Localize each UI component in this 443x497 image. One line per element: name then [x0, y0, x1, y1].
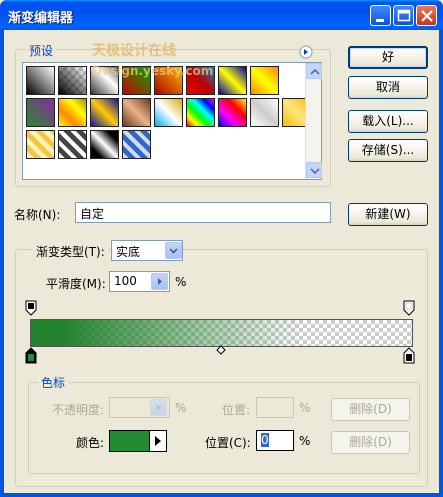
color-position-unit: %	[299, 434, 311, 448]
preset-swatch[interactable]	[26, 98, 55, 127]
opacity-label: 不透明度:	[52, 403, 105, 417]
arrow-right-icon	[155, 436, 161, 446]
preset-swatch[interactable]	[186, 98, 215, 127]
color-position-value: 0	[261, 433, 269, 447]
color-label: 颜色:	[76, 436, 105, 450]
chevron-down-icon	[310, 168, 320, 175]
ok-button[interactable]: 好	[348, 46, 428, 69]
presets-label: 预设	[26, 42, 57, 59]
preset-swatch[interactable]	[58, 66, 87, 95]
preset-swatch[interactable]	[90, 130, 119, 159]
opacity-position-input[interactable]	[256, 397, 294, 418]
gradient-preview-bar[interactable]	[30, 319, 413, 347]
gradient-type-label: 渐变类型(T):	[33, 243, 108, 260]
scroll-down-button[interactable]	[306, 162, 322, 178]
smoothness-value: 100	[114, 274, 137, 288]
preset-swatch[interactable]	[58, 130, 87, 159]
preset-swatch[interactable]	[90, 98, 119, 127]
color-position-input[interactable]: 0	[256, 430, 294, 451]
cancel-button[interactable]: 取消	[348, 76, 428, 99]
window-title: 渐变编辑器	[8, 11, 74, 26]
presets-scrollbar[interactable]	[305, 63, 322, 179]
new-button[interactable]: 新建(W)	[348, 203, 428, 226]
opacity-delete-button[interactable]: 删除(D)	[331, 398, 410, 421]
watermark-en: Design.yesky.com	[92, 64, 214, 78]
smoothness-popup-button[interactable]	[151, 273, 168, 290]
gradient-type-value: 实底	[116, 245, 141, 259]
preset-swatch[interactable]	[122, 98, 151, 127]
watermark-cn: 天极设计在线	[92, 43, 176, 59]
save-button[interactable]: 存储(S)...	[348, 139, 428, 162]
chevron-down-icon	[169, 248, 178, 254]
preset-swatch[interactable]	[122, 130, 151, 159]
minimize-icon	[376, 19, 384, 22]
maximize-icon	[397, 9, 411, 22]
name-input[interactable]: 自定	[75, 202, 331, 223]
color-stop-right[interactable]	[403, 347, 415, 364]
color-midpoint-diamond[interactable]	[216, 345, 226, 355]
chevron-up-icon	[310, 68, 320, 75]
scroll-up-button[interactable]	[306, 63, 322, 79]
smoothness-label: 平滑度(M):	[46, 277, 106, 291]
preset-swatch-list	[22, 62, 322, 180]
preset-swatch[interactable]	[58, 98, 87, 127]
title-bar[interactable]: 渐变编辑器	[0, 0, 443, 30]
opacity-position-label: 位置:	[222, 403, 251, 417]
opacity-popup-button[interactable]	[150, 399, 167, 416]
gradient-type-dropdown[interactable]	[165, 242, 182, 259]
close-icon	[421, 10, 433, 22]
preset-swatch[interactable]	[250, 66, 279, 95]
smoothness-unit: %	[175, 275, 187, 289]
maximize-button[interactable]	[393, 5, 414, 26]
arrow-right-icon	[158, 278, 162, 285]
opacity-position-unit: %	[299, 401, 311, 415]
opacity-stop-left[interactable]	[25, 300, 37, 316]
preset-swatch[interactable]	[26, 130, 55, 159]
color-delete-button[interactable]: 删除(D)	[331, 431, 410, 454]
presets-menu-icon[interactable]	[299, 45, 313, 59]
preset-swatch[interactable]	[218, 98, 247, 127]
opacity-stop-right[interactable]	[403, 300, 415, 316]
load-button[interactable]: 载入(L)...	[348, 110, 428, 133]
color-stop-left[interactable]	[25, 347, 37, 364]
preset-swatch[interactable]	[26, 66, 55, 95]
stops-group-label: 色标	[38, 374, 69, 391]
preset-swatch[interactable]	[218, 66, 247, 95]
color-popup-button[interactable]	[149, 431, 166, 451]
preset-swatch[interactable]	[154, 98, 183, 127]
minimize-button[interactable]	[370, 5, 391, 26]
color-position-label: 位置(C):	[205, 436, 251, 450]
stops-group	[28, 382, 420, 474]
arrow-right-icon	[157, 404, 161, 411]
name-label: 名称(N):	[14, 208, 61, 222]
opacity-unit: %	[175, 401, 187, 415]
close-button[interactable]	[416, 5, 437, 26]
preset-swatch[interactable]	[250, 98, 279, 127]
